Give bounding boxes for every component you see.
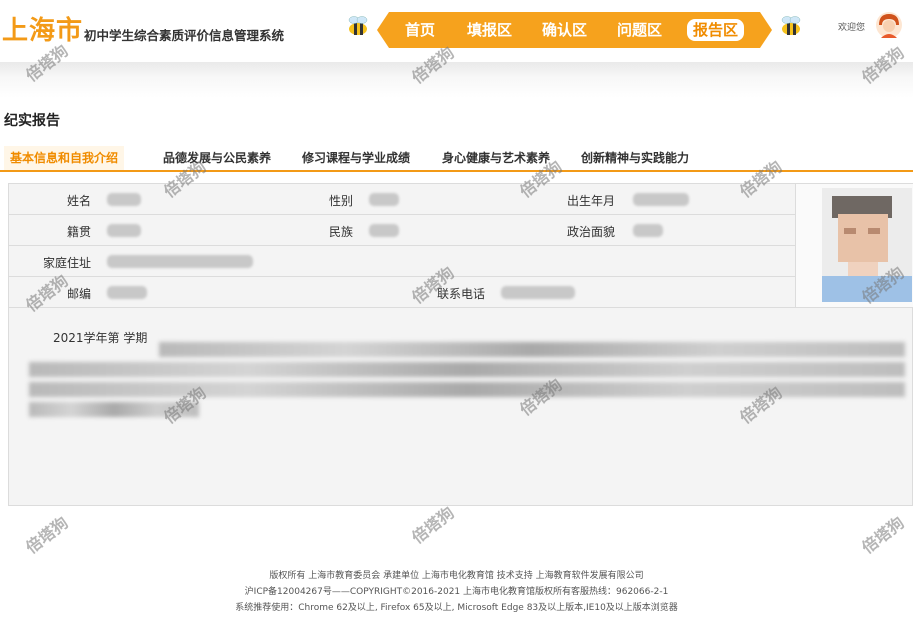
nav-fill[interactable]: 填报区 (467, 19, 512, 41)
brand-city: 上海市 (2, 16, 84, 46)
footer-browser-note: 系统推荐使用：Chrome 62及以上, Firefox 65及以上, Micr… (235, 603, 678, 613)
self-intro-text-redacted (29, 362, 905, 377)
photo-cell (795, 184, 913, 308)
footer-icp: 沪ICP备12004267号——COPYRIGHT©2016-2021 上海市电… (244, 587, 669, 597)
nav-confirm[interactable]: 确认区 (542, 19, 587, 41)
birth-label: 出生年月 (567, 194, 616, 208)
self-intro-text-redacted (159, 342, 905, 357)
name-label: 姓名 (67, 194, 92, 208)
student-photo-redacted (822, 188, 912, 302)
bee-icon (348, 16, 368, 35)
header: 上海市 初中学生综合素质评价信息管理系统 首页 填报区 确认区 问题区 报告区 … (0, 0, 913, 62)
info-row: 邮编 联系电话 (9, 277, 795, 308)
nav-report[interactable]: 报告区 (687, 19, 745, 41)
address-value-redacted (107, 255, 253, 268)
name-value-redacted (107, 193, 141, 206)
native-value-redacted (107, 224, 141, 237)
ethnic-label: 民族 (329, 225, 354, 239)
gender-label: 性别 (329, 194, 354, 208)
footer-copyright: 版权所有 上海市教育委员会 承建单位 上海市电化教育馆 技术支持 上海教育软件发… (269, 571, 644, 581)
gender-value-redacted (369, 193, 399, 206)
phone-value-redacted (501, 286, 575, 299)
user-avatar-icon[interactable] (875, 11, 903, 39)
main-nav: 首页 填报区 确认区 问题区 报告区 (377, 12, 772, 48)
info-row: 姓名 性别 出生年月 (9, 184, 795, 215)
self-intro-text-redacted (29, 382, 905, 397)
header-separator (0, 62, 913, 98)
nav-issues[interactable]: 问题区 (617, 19, 662, 41)
system-name: 初中学生综合素质评价信息管理系统 (84, 28, 285, 43)
phone-label: 联系电话 (437, 287, 486, 301)
tab-courses[interactable]: 修习课程与学业成绩 (296, 146, 416, 170)
bee-icon (781, 16, 801, 35)
zip-label: 邮编 (67, 287, 92, 301)
watermark: 倍塔狗 (408, 502, 458, 548)
page-title: 纪实报告 (4, 113, 60, 129)
info-panel: 姓名 性别 出生年月 籍贯 民族 政治面貌 家庭住址 邮编 联系电话 2021学… (8, 183, 913, 506)
info-row: 家庭住址 (9, 246, 795, 277)
self-intro-text-redacted (29, 402, 199, 417)
watermark: 倍塔狗 (858, 512, 908, 558)
footer: 版权所有 上海市教育委员会 承建单位 上海市电化教育馆 技术支持 上海教育软件发… (0, 568, 913, 616)
political-label: 政治面貌 (567, 225, 616, 239)
birth-value-redacted (633, 193, 689, 206)
welcome-text: 欢迎您 (838, 23, 866, 33)
address-label: 家庭住址 (43, 256, 92, 270)
political-value-redacted (633, 224, 663, 237)
nav-home[interactable]: 首页 (405, 19, 435, 41)
tab-basic-info[interactable]: 基本信息和自我介绍 (4, 146, 125, 170)
tab-health-art[interactable]: 身心健康与艺术素养 (436, 146, 556, 170)
ethnic-value-redacted (369, 224, 399, 237)
native-label: 籍贯 (67, 225, 92, 239)
tab-bar: 基本信息和自我介绍 品德发展与公民素养 修习课程与学业成绩 身心健康与艺术素养 … (0, 146, 913, 172)
info-row: 籍贯 民族 政治面貌 (9, 215, 795, 246)
tab-moral[interactable]: 品德发展与公民素养 (157, 146, 277, 170)
term-heading: 2021学年第 学期 (53, 331, 148, 345)
zip-value-redacted (107, 286, 147, 299)
basic-info-table: 姓名 性别 出生年月 籍贯 民族 政治面貌 家庭住址 邮编 联系电话 (9, 184, 795, 308)
tab-innovation[interactable]: 创新精神与实践能力 (575, 146, 695, 170)
watermark: 倍塔狗 (22, 512, 72, 558)
